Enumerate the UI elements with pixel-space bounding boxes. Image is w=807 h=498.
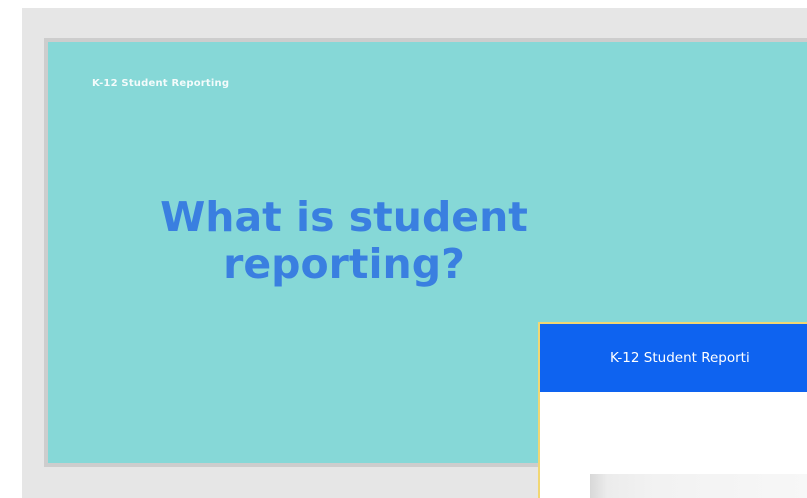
thumbnail-image bbox=[590, 474, 807, 498]
slide-kicker: K-12 Student Reporting bbox=[92, 78, 230, 89]
popup-body bbox=[540, 392, 807, 498]
popup-header: K-12 Student Reporti bbox=[540, 324, 807, 392]
slide-title: What is student reporting? bbox=[160, 193, 528, 288]
popup-title: K-12 Student Reporti bbox=[610, 350, 750, 366]
popup-window[interactable]: K-12 Student Reporti bbox=[538, 322, 807, 498]
